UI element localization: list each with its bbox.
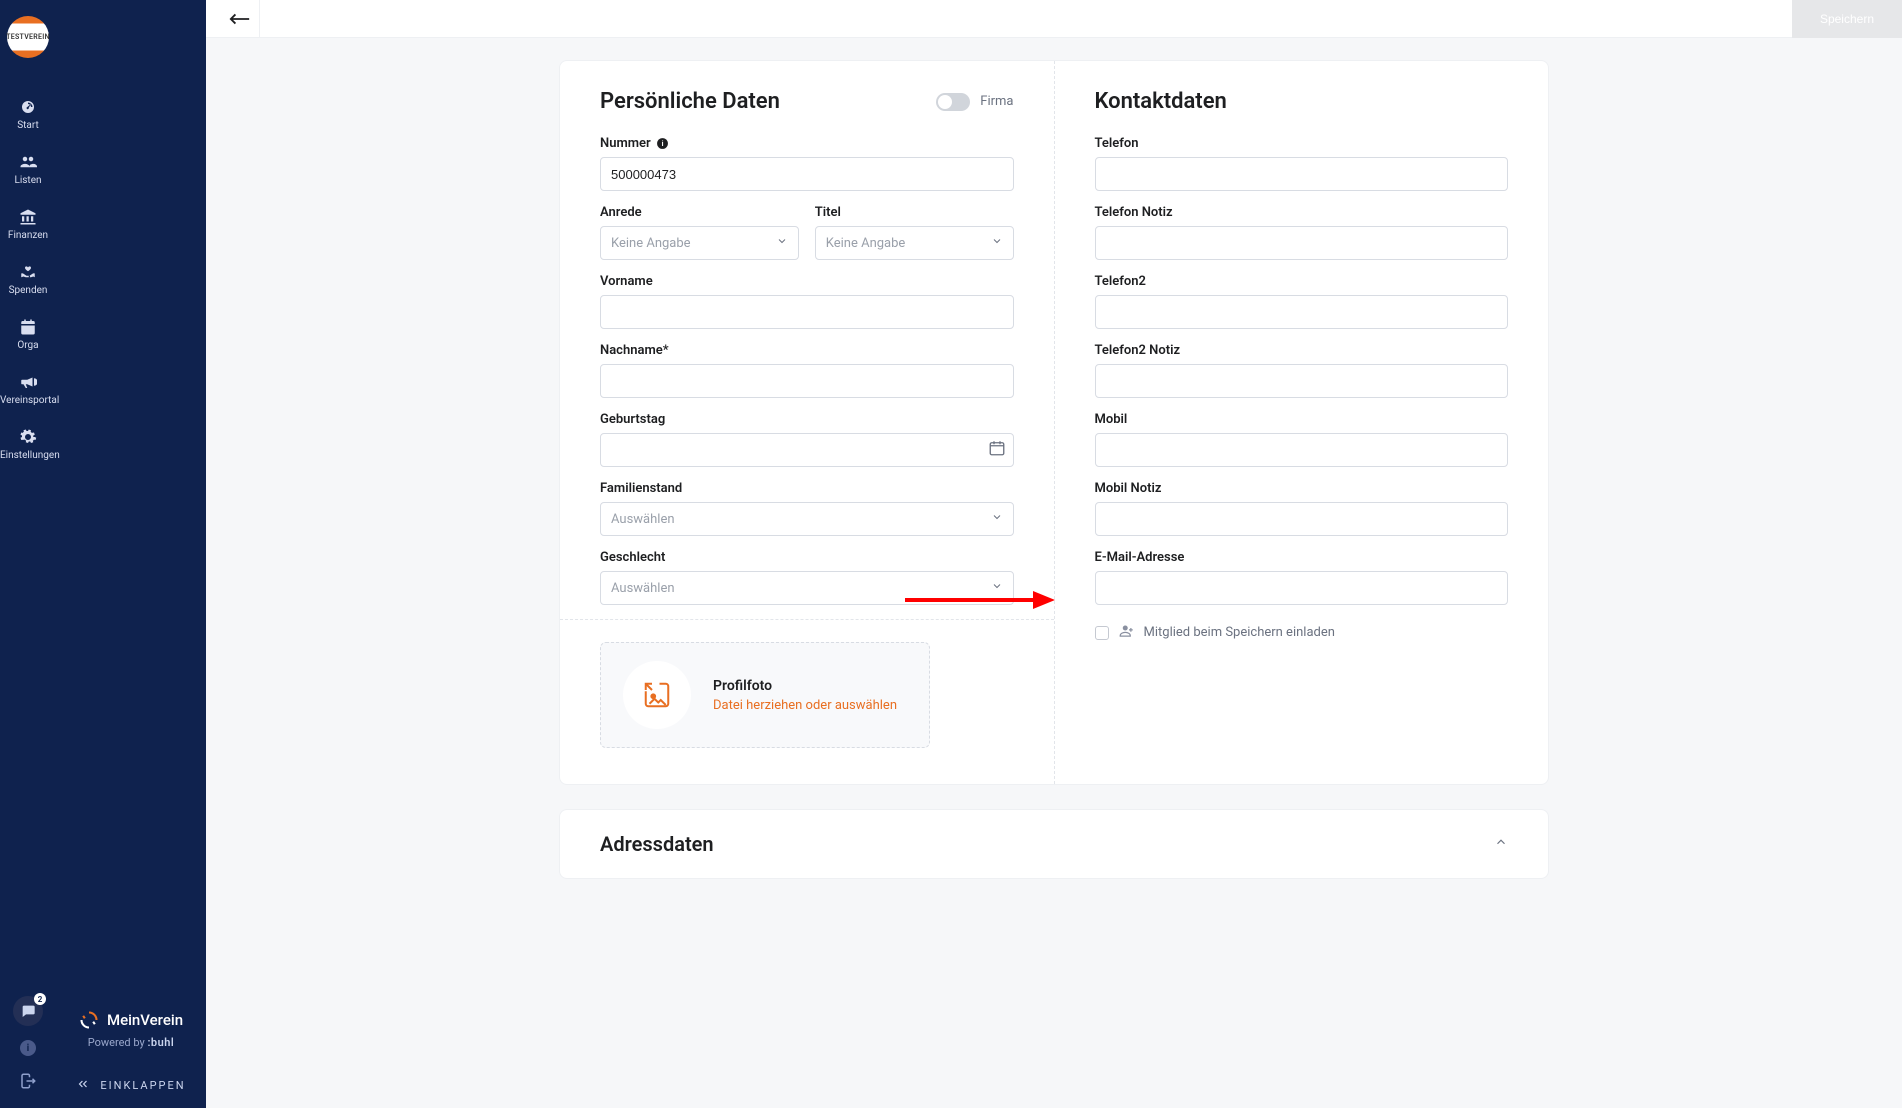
nachname-input[interactable] — [600, 364, 1014, 398]
topbar: Speichern — [206, 0, 1902, 38]
upload-hint-link[interactable]: Datei herziehen oder auswählen — [713, 698, 897, 713]
upload-title: Profilfoto — [713, 678, 897, 694]
logout-button[interactable] — [0, 1072, 56, 1094]
calendar-icon — [19, 318, 37, 336]
nav-label: Orga — [0, 340, 56, 351]
vorname-label: Vorname — [600, 274, 1014, 289]
vorname-input[interactable] — [600, 295, 1014, 329]
brand-mark-icon — [79, 1010, 99, 1030]
anrede-select[interactable]: Keine Angabe — [600, 226, 799, 260]
gear-icon — [19, 428, 37, 446]
telefon-notiz-label: Telefon Notiz — [1095, 205, 1509, 220]
email-input[interactable] — [1095, 571, 1509, 605]
geburtstag-label: Geburtstag — [600, 412, 1014, 427]
mobil-notiz-input[interactable] — [1095, 502, 1509, 536]
nav-vereinsportal[interactable]: Vereinsportal — [0, 363, 56, 418]
section-heading: Adressdaten — [600, 832, 714, 856]
hands-heart-icon — [19, 263, 37, 281]
nav-start[interactable]: Start — [0, 88, 56, 143]
nav-einstellungen[interactable]: Einstellungen — [0, 418, 56, 473]
info-button[interactable]: i — [20, 1040, 36, 1056]
arrow-left-icon — [229, 13, 251, 25]
titel-label: Titel — [815, 205, 1014, 220]
telefon-notiz-input[interactable] — [1095, 226, 1509, 260]
mobil-notiz-label: Mobil Notiz — [1095, 481, 1509, 496]
save-button[interactable]: Speichern — [1792, 0, 1902, 38]
chat-count-badge: 2 — [34, 993, 46, 1005]
info-icon[interactable]: i — [656, 137, 669, 150]
nav-label: Listen — [0, 175, 56, 186]
megaphone-icon — [19, 373, 37, 391]
chat-icon — [20, 1003, 36, 1019]
nav-label: Einstellungen — [0, 450, 56, 461]
chevron-down-icon — [776, 235, 788, 251]
collapse-label: EINKLAPPEN — [100, 1079, 185, 1092]
user-plus-icon — [1119, 623, 1134, 642]
nav-label: Vereinsportal — [0, 395, 56, 406]
gauge-icon — [19, 98, 37, 116]
nav-label: Finanzen — [0, 230, 56, 241]
section-heading: Kontaktdaten — [1095, 89, 1227, 114]
familienstand-label: Familienstand — [600, 481, 1014, 496]
section-heading: Persönliche Daten — [600, 89, 780, 114]
adressdaten-section[interactable]: Adressdaten — [559, 809, 1549, 879]
titel-select[interactable]: Keine Angabe — [815, 226, 1014, 260]
nummer-input[interactable] — [600, 157, 1014, 191]
invite-label: Mitglied beim Speichern einladen — [1144, 625, 1335, 640]
telefon2-label: Telefon2 — [1095, 274, 1509, 289]
club-logo: TESTVEREIN — [7, 16, 49, 58]
chevron-up-icon[interactable] — [1494, 835, 1508, 853]
nav-spenden[interactable]: Spenden — [0, 253, 56, 308]
firma-toggle[interactable] — [936, 93, 970, 111]
chevron-down-icon — [991, 580, 1003, 596]
nav-listen[interactable]: Listen — [0, 143, 56, 198]
bank-icon — [19, 208, 37, 226]
profilfoto-upload[interactable]: Profilfoto Datei herziehen oder auswähle… — [600, 642, 930, 748]
geschlecht-label: Geschlecht — [600, 550, 1014, 565]
brand-logo: MeinVerein — [72, 1010, 190, 1030]
geburtstag-input[interactable] — [600, 433, 1014, 467]
telefon2-notiz-label: Telefon2 Notiz — [1095, 343, 1509, 358]
nav-label: Start — [0, 120, 56, 131]
nachname-label: Nachname* — [600, 343, 1014, 358]
firma-label: Firma — [980, 94, 1013, 109]
chat-button[interactable]: 2 — [13, 996, 43, 1026]
familienstand-select[interactable]: Auswählen — [600, 502, 1014, 536]
svg-text:i: i — [661, 139, 663, 148]
nummer-label: Nummer i — [600, 136, 1014, 151]
sidebar-collapse-button[interactable]: EINKLAPPEN — [56, 1063, 206, 1108]
calendar-picker-icon[interactable] — [988, 439, 1006, 461]
anrede-label: Anrede — [600, 205, 799, 220]
personal-data-section: Persönliche Daten Firma Nummer i — [560, 61, 1054, 784]
geschlecht-select[interactable]: Auswählen — [600, 571, 1014, 605]
logout-icon — [19, 1072, 37, 1090]
mobil-input[interactable] — [1095, 433, 1509, 467]
telefon2-notiz-input[interactable] — [1095, 364, 1509, 398]
email-label: E-Mail-Adresse — [1095, 550, 1509, 565]
chevron-double-left-icon — [76, 1077, 90, 1094]
telefon2-input[interactable] — [1095, 295, 1509, 329]
mobil-label: Mobil — [1095, 412, 1509, 427]
telefon-label: Telefon — [1095, 136, 1509, 151]
chevron-down-icon — [991, 235, 1003, 251]
invite-checkbox[interactable] — [1095, 626, 1109, 640]
powered-by: Powered by :buhl — [72, 1036, 190, 1049]
kontakt-section: Kontaktdaten Telefon Telefon Notiz Telef… — [1054, 61, 1549, 784]
sidebar: TESTVEREIN Start Listen Finanzen Spenden — [0, 0, 206, 1108]
upload-image-icon — [623, 661, 691, 729]
nav-orga[interactable]: Orga — [0, 308, 56, 363]
chevron-down-icon — [991, 511, 1003, 527]
users-icon — [19, 153, 37, 171]
nav-label: Spenden — [0, 285, 56, 296]
back-button[interactable] — [220, 0, 260, 38]
telefon-input[interactable] — [1095, 157, 1509, 191]
nav-finanzen[interactable]: Finanzen — [0, 198, 56, 253]
